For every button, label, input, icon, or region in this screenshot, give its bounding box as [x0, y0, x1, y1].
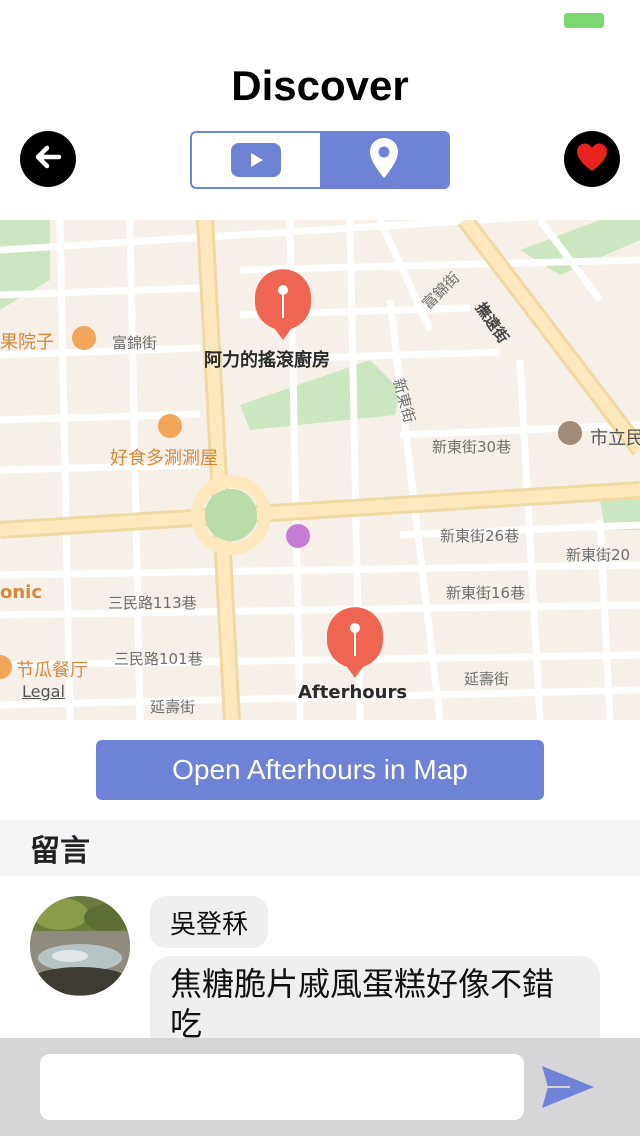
- back-button[interactable]: [20, 131, 76, 187]
- send-icon: [540, 1066, 596, 1114]
- play-icon: [231, 143, 281, 177]
- map-label: 新東街20: [566, 546, 631, 564]
- map-label: 延壽街: [464, 670, 510, 688]
- map-label: 好食多涮涮屋: [110, 448, 218, 469]
- tab-video[interactable]: [192, 133, 320, 187]
- map-label: 三民路101巷: [114, 650, 203, 668]
- view-mode-toggle[interactable]: [190, 131, 450, 189]
- map-label: 新東街16巷: [446, 584, 526, 602]
- send-button[interactable]: [540, 1064, 600, 1114]
- battery-indicator: [564, 13, 604, 28]
- heart-icon: [575, 142, 609, 176]
- favorite-button[interactable]: [564, 131, 620, 187]
- map-label: 节瓜餐厅: [16, 660, 88, 681]
- map-label: 市立民: [590, 428, 640, 449]
- map-label: 阿力的搖滾廚房: [204, 350, 330, 371]
- message-input-bar: [0, 1038, 640, 1136]
- arrow-left-icon: [32, 141, 64, 177]
- map-pin-icon: [369, 137, 399, 183]
- open-in-map-button[interactable]: Open Afterhours in Map: [96, 740, 544, 800]
- comment-author: 吳登秝: [150, 896, 269, 948]
- map-canvas: [0, 220, 640, 720]
- tab-map[interactable]: [320, 133, 448, 187]
- legal-link[interactable]: Legal: [22, 682, 65, 701]
- map-label: 新東街30巷: [432, 438, 512, 456]
- map-label: 新東街26巷: [440, 527, 520, 545]
- map-label: 富錦街: [112, 334, 158, 352]
- map-label: 三民路113巷: [108, 594, 197, 612]
- map-label: 延壽街: [150, 698, 196, 716]
- comments-header: 留言: [0, 820, 640, 876]
- map-label: onic: [0, 582, 43, 603]
- avatar[interactable]: [30, 896, 130, 996]
- map-label: Afterhours: [298, 682, 408, 703]
- map-view[interactable]: 阿力的搖滾廚房 富錦街 富錦街 果院子 好食多涮涮屋 撫遠街 新東街 新東街30…: [0, 220, 640, 720]
- comment-input[interactable]: [40, 1054, 524, 1120]
- page-title: Discover: [231, 62, 409, 109]
- map-label: 果院子: [0, 332, 54, 353]
